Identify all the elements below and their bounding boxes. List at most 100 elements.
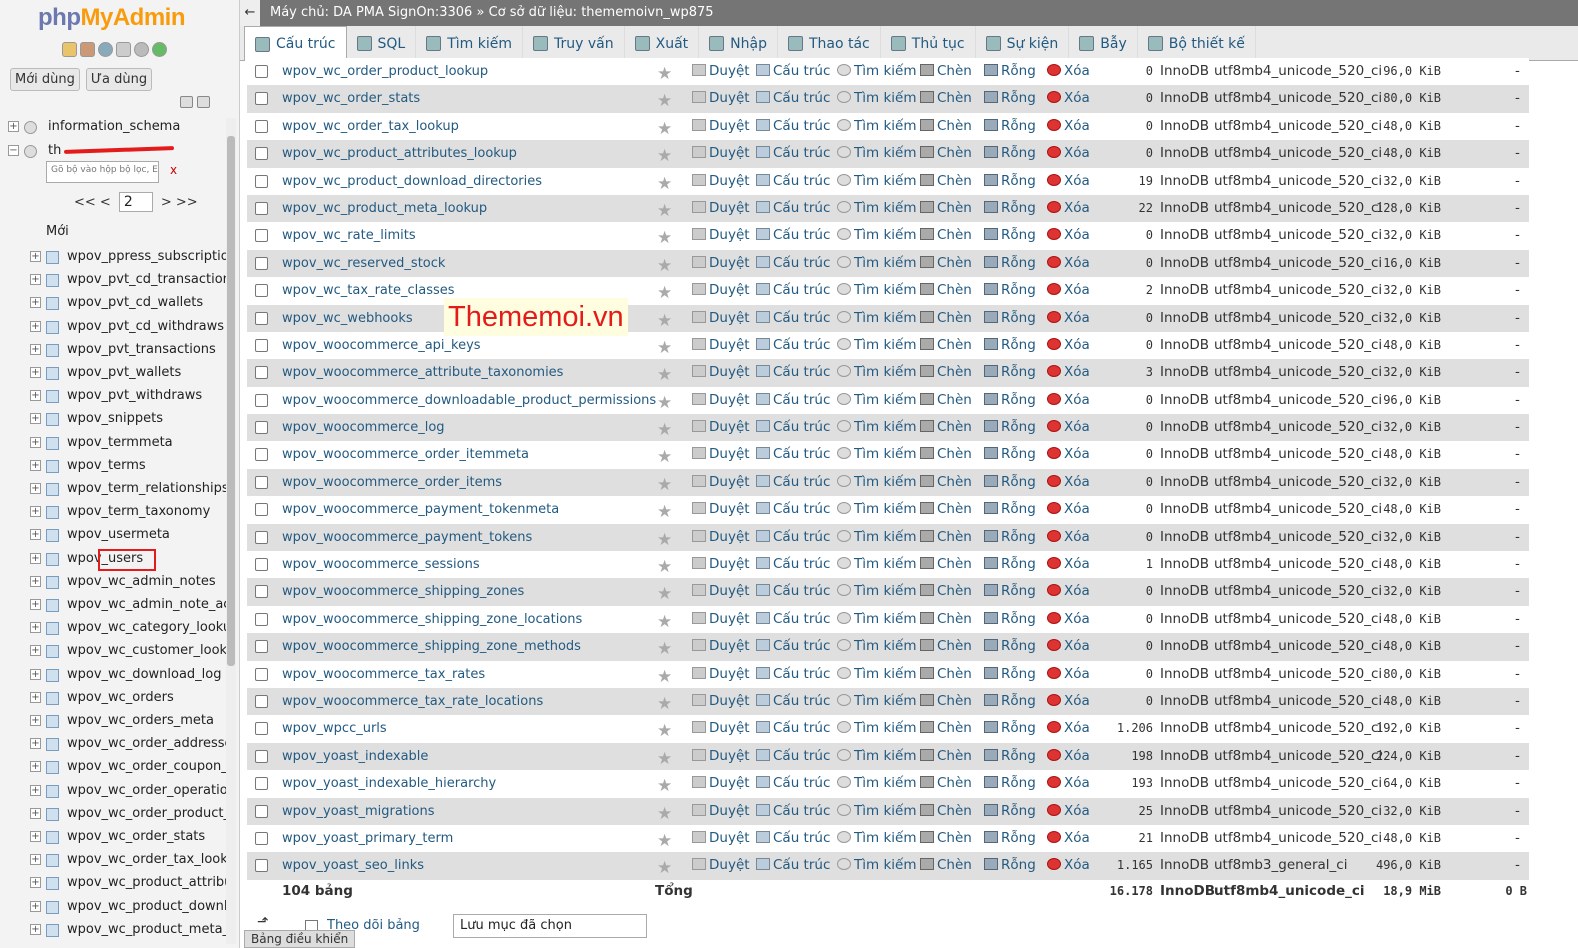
insert-action[interactable]: Chèn [920,305,972,332]
row-checkbox[interactable] [255,749,268,763]
tree-table-item[interactable]: + wpov_pvt_withdraws [0,385,226,407]
structure-action[interactable]: Cấu trúc [756,58,830,85]
favorite-star-icon[interactable]: ★ [657,335,672,362]
row-checkbox[interactable] [255,92,268,106]
browse-action[interactable]: Duyệt [692,195,750,222]
search-action[interactable]: Tìm kiếm [837,140,916,167]
empty-action[interactable]: Rỗng [984,661,1036,688]
expand-icon[interactable]: + [30,900,41,912]
table-name-link[interactable]: wpov_wc_order_product_lookup [282,58,488,85]
tree-table-item[interactable]: + wpov_wc_product_meta_lo [0,919,226,941]
drop-action[interactable]: Xóa [1047,58,1090,85]
browse-action[interactable]: Duyệt [692,332,750,359]
table-name-link[interactable]: wpov_wc_reserved_stock [282,250,445,277]
browse-action[interactable]: Duyệt [692,688,750,715]
empty-action[interactable]: Rỗng [984,688,1036,715]
tree-table-item[interactable]: + wpov_pvt_cd_wallets [0,292,226,314]
row-checkbox[interactable] [255,558,268,572]
drop-action[interactable]: Xóa [1047,551,1090,578]
table-name-link[interactable]: wpov_yoast_indexable_hierarchy [282,770,496,797]
search-action[interactable]: Tìm kiếm [837,250,916,277]
tab-1[interactable]: SQL [347,26,417,61]
row-checkbox[interactable] [255,612,268,626]
favorite-star-icon[interactable]: ★ [657,362,672,389]
empty-action[interactable]: Rỗng [984,414,1036,441]
favorite-star-icon[interactable]: ★ [657,554,672,581]
structure-action[interactable]: Cấu trúc [756,387,830,414]
tree-table-item[interactable]: + wpov_wc_orders [0,687,226,709]
insert-action[interactable]: Chèn [920,469,972,496]
browse-action[interactable]: Duyệt [692,441,750,468]
search-action[interactable]: Tìm kiếm [837,387,916,414]
tree-table-item[interactable]: + wpov_wc_product_downloa [0,896,226,918]
row-checkbox[interactable] [255,667,268,681]
favorite-star-icon[interactable]: ★ [657,143,672,170]
structure-action[interactable]: Cấu trúc [756,277,830,304]
expand-icon[interactable]: + [30,297,41,309]
row-checkbox[interactable] [255,338,268,352]
empty-action[interactable]: Rỗng [984,852,1036,879]
structure-action[interactable]: Cấu trúc [756,715,830,742]
tree-table-item[interactable]: + wpov_wc_admin_notes [0,571,226,593]
browse-action[interactable]: Duyệt [692,825,750,852]
search-action[interactable]: Tìm kiếm [837,414,916,441]
recent-tab[interactable]: Mới dùng [10,68,80,91]
empty-action[interactable]: Rỗng [984,606,1036,633]
insert-action[interactable]: Chèn [920,825,972,852]
browse-action[interactable]: Duyệt [692,551,750,578]
empty-action[interactable]: Rỗng [984,58,1036,85]
table-name-link[interactable]: wpov_woocommerce_log [282,414,445,441]
drop-action[interactable]: Xóa [1047,743,1090,770]
insert-action[interactable]: Chèn [920,140,972,167]
expand-icon[interactable]: + [30,506,41,518]
tab-5[interactable]: Nhập [699,26,778,61]
browse-action[interactable]: Duyệt [692,469,750,496]
search-action[interactable]: Tìm kiếm [837,606,916,633]
expand-icon[interactable]: + [30,367,41,378]
search-action[interactable]: Tìm kiếm [837,222,916,249]
tree-table-item[interactable]: + wpov_pvt_wallets [0,362,226,384]
favorite-star-icon[interactable]: ★ [657,499,672,526]
search-action[interactable]: Tìm kiếm [837,58,916,85]
empty-action[interactable]: Rỗng [984,743,1036,770]
browse-action[interactable]: Duyệt [692,85,750,112]
table-name-link[interactable]: wpov_woocommerce_attribute_taxonomies [282,359,563,386]
empty-action[interactable]: Rỗng [984,825,1036,852]
empty-action[interactable]: Rỗng [984,305,1036,332]
search-action[interactable]: Tìm kiếm [837,85,916,112]
empty-action[interactable]: Rỗng [984,524,1036,551]
row-checkbox[interactable] [255,174,268,188]
empty-action[interactable]: Rỗng [984,578,1036,605]
structure-action[interactable]: Cấu trúc [756,414,830,441]
tree-table-item[interactable]: + wpov_wc_order_stats [0,826,226,848]
expand-icon[interactable]: + [30,645,41,657]
structure-action[interactable]: Cấu trúc [756,770,830,797]
empty-action[interactable]: Rỗng [984,85,1036,112]
structure-action[interactable]: Cấu trúc [756,222,830,249]
search-action[interactable]: Tìm kiếm [837,277,916,304]
table-name-link[interactable]: wpov_woocommerce_shipping_zones [282,578,524,605]
favorite-star-icon[interactable]: ★ [657,527,672,554]
tree-table-item[interactable]: + wpov_termmeta [0,432,226,454]
drop-action[interactable]: Xóa [1047,195,1090,222]
table-name-link[interactable]: wpov_woocommerce_order_items [282,469,502,496]
search-action[interactable]: Tìm kiếm [837,688,916,715]
tab-9[interactable]: Bẫy [1069,26,1138,61]
drop-action[interactable]: Xóa [1047,633,1090,660]
server-crumb[interactable]: Máy chủ: DA PMA SignOn:3306 [270,5,472,20]
table-name-link[interactable]: wpov_wpcc_urls [282,715,387,742]
search-action[interactable]: Tìm kiếm [837,825,916,852]
drop-action[interactable]: Xóa [1047,524,1090,551]
browse-action[interactable]: Duyệt [692,496,750,523]
expand-icon[interactable]: + [30,343,41,355]
expand-icon[interactable]: + [30,413,41,425]
empty-action[interactable]: Rỗng [984,770,1036,797]
table-name-link[interactable]: wpov_wc_product_attributes_lookup [282,140,517,167]
search-action[interactable]: Tìm kiếm [837,551,916,578]
tree-table-item[interactable]: + wpov_wc_orders_meta [0,710,226,732]
empty-action[interactable]: Rỗng [984,496,1036,523]
structure-action[interactable]: Cấu trúc [756,113,830,140]
browse-action[interactable]: Duyệt [692,359,750,386]
reload-icon[interactable] [152,42,167,57]
empty-action[interactable]: Rỗng [984,359,1036,386]
